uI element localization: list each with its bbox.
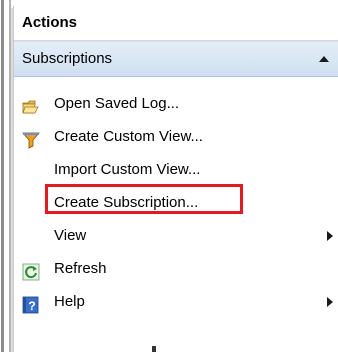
window-left-border: [0, 0, 14, 352]
folder-icon: [22, 95, 40, 114]
submenu-arrow-icon: [327, 297, 333, 307]
menu-item-open-saved-log[interactable]: Open Saved Log...: [14, 87, 338, 120]
actions-pane: Actions Subscriptions Open Saved Log...: [13, 6, 338, 352]
menu-item-label: Open Saved Log...: [54, 95, 180, 112]
menu-item-label: View: [54, 227, 87, 244]
refresh-icon: [22, 260, 40, 281]
actions-menu: Open Saved Log... Create Custom View... …: [14, 87, 338, 318]
menu-item-label: Refresh: [54, 260, 107, 277]
collapse-arrow-icon[interactable]: [319, 56, 329, 62]
help-icon: ?: [22, 293, 40, 314]
menu-item-label: Create Custom View...: [54, 128, 203, 145]
menu-item-label: Create Subscription...: [54, 194, 199, 211]
menu-item-import-custom-view[interactable]: Import Custom View...: [14, 153, 338, 186]
menu-item-view[interactable]: View: [14, 219, 338, 252]
menu-item-help[interactable]: ? Help: [14, 285, 338, 318]
resize-grip[interactable]: [152, 346, 156, 352]
menu-item-create-subscription[interactable]: Create Subscription...: [14, 184, 338, 219]
group-title: Subscriptions: [22, 50, 113, 67]
menu-item-create-custom-view[interactable]: Create Custom View...: [14, 120, 338, 153]
filter-icon: [22, 128, 40, 149]
actions-pane-title: Actions: [14, 6, 338, 41]
menu-item-label: Import Custom View...: [54, 161, 201, 178]
menu-item-label: Help: [54, 293, 85, 310]
border-line: [1, 0, 4, 352]
submenu-arrow-icon: [327, 231, 333, 241]
menu-item-refresh[interactable]: Refresh: [14, 252, 338, 285]
svg-text:?: ?: [28, 299, 35, 313]
subscriptions-group-header[interactable]: Subscriptions: [14, 41, 338, 77]
